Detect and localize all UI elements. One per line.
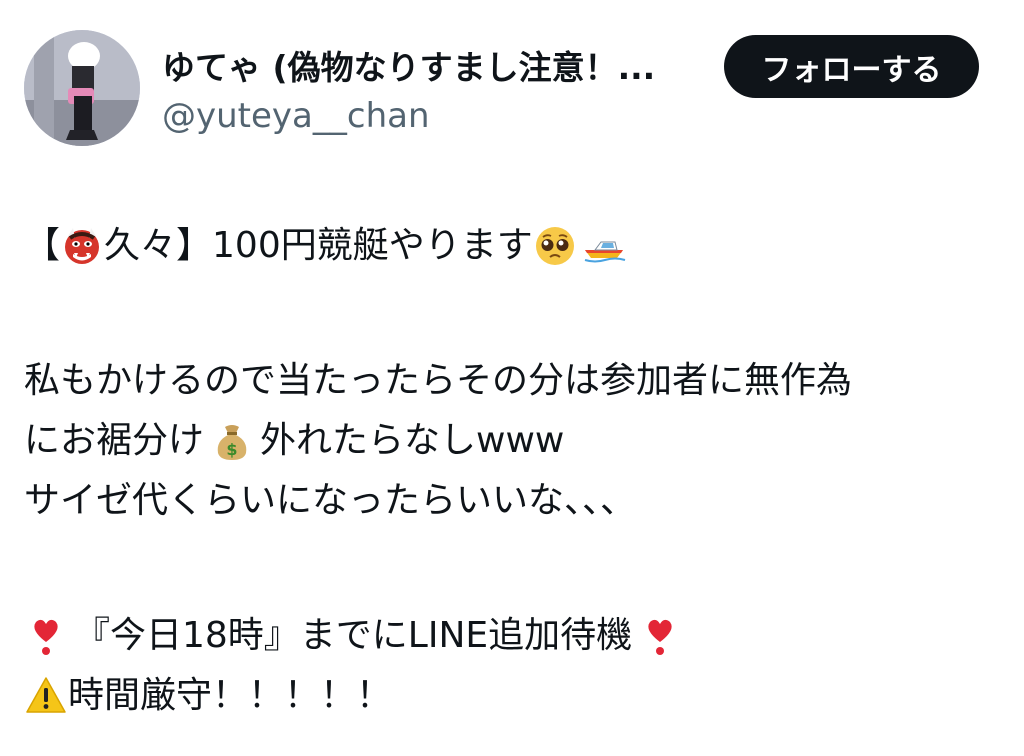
tweet-line-1-prefix: 【 (24, 225, 61, 266)
heart-exclamation-emoji-icon (24, 614, 68, 658)
tweet-line-1-text: 久々】100円競艇やります (104, 225, 533, 266)
tweet-line-4: サイゼ代くらいになったらいいな、、、 (24, 480, 637, 521)
tweet-line-1: 【 久々】100円競艇やります (24, 216, 1000, 276)
heart-exclamation-emoji-icon (638, 614, 682, 658)
tweet-line-6: 時間厳守！！！！！ (24, 666, 1000, 726)
avatar-image (24, 30, 140, 146)
tweet-text: 【 久々】100円競艇やります 私もかけるので当たったらその分は参加者に無作為 … (24, 216, 1000, 726)
tweet-line-6-text: 時間厳守！！！！！ (68, 675, 393, 716)
tweet-line-3: にお裾分け $ 外れたらなしwww (24, 411, 1000, 471)
speedboat-emoji-icon (583, 224, 627, 268)
tweet-line-5: 『今日18時』までにLINE追加待機 (24, 606, 1000, 666)
pleading-face-emoji-icon (533, 224, 577, 268)
tweet-line-2: 私もかけるので当たったらその分は参加者に無作為 (24, 360, 853, 401)
ogre-emoji-icon (60, 224, 104, 268)
warning-emoji-icon (24, 674, 68, 718)
svg-text:$: $ (226, 440, 237, 459)
money-bag-emoji-icon: $ (210, 419, 254, 463)
tweet-line-3-text-a: にお裾分け (24, 420, 205, 461)
follow-button[interactable]: フォローする (724, 35, 979, 98)
display-name[interactable]: ゆてゃ (偽物なりすまし注意！... (162, 46, 722, 90)
avatar[interactable] (24, 30, 140, 146)
tweet-line-5-text: 『今日18時』までにLINE追加待機 (74, 615, 633, 656)
tweet-header: ゆてゃ (偽物なりすまし注意！... @yuteya__chan フォローする (24, 30, 984, 150)
tweet-line-3-text-b: 外れたらなしwww (260, 420, 565, 461)
user-handle[interactable]: @yuteya__chan (162, 94, 430, 138)
